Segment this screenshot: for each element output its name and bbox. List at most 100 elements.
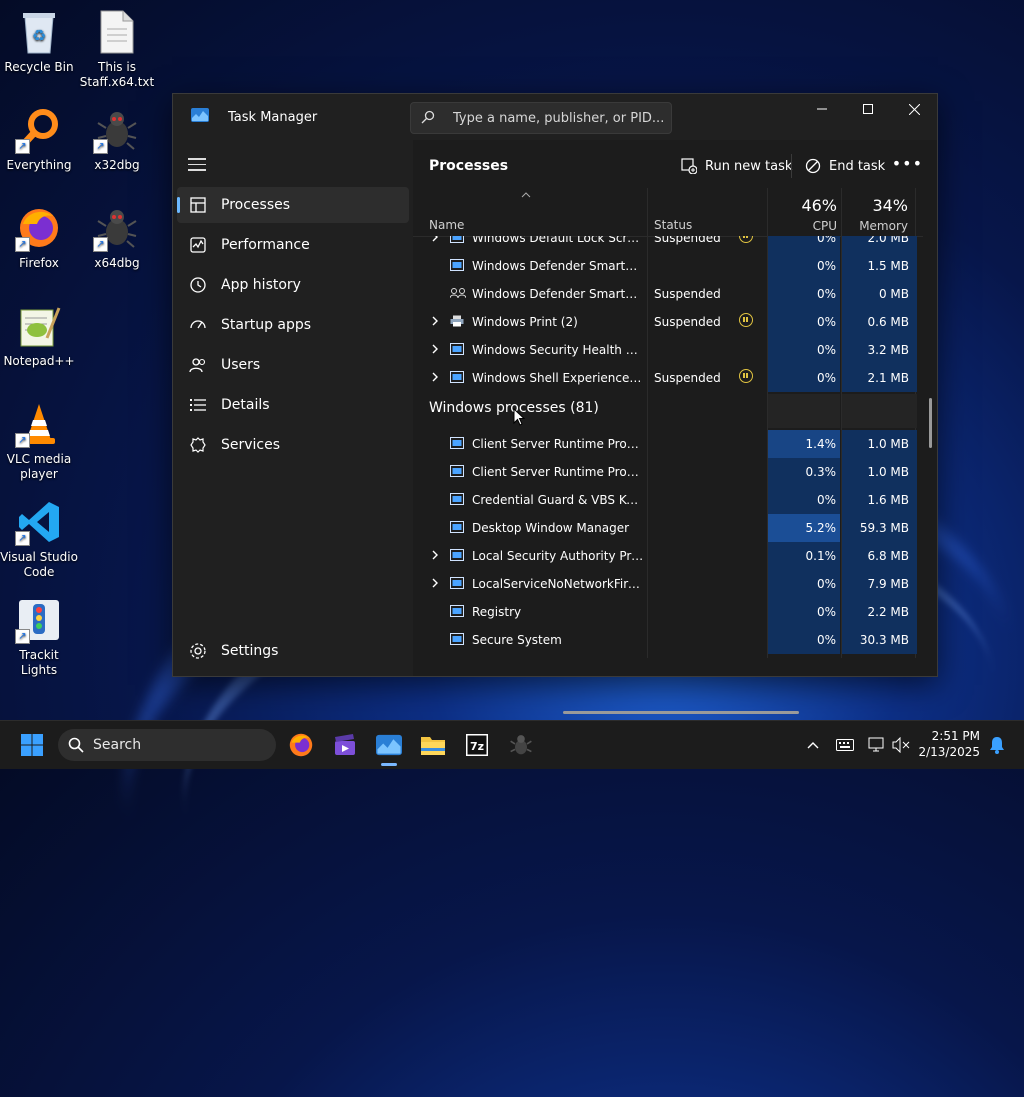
chevron-right-icon[interactable] [430, 314, 440, 328]
bell-icon [990, 737, 1004, 754]
search-input[interactable] [451, 107, 665, 129]
vertical-scrollbar-thumb[interactable] [929, 398, 932, 448]
desktop-icon-label: Visual Studio Code [0, 550, 78, 579]
process-cpu: 0.3% [768, 458, 840, 486]
taskbar-media-app[interactable] [328, 728, 362, 762]
process-name: Windows Defender SmartScreen [472, 259, 644, 273]
table-row[interactable]: Local Security Authority Proce... 0.1%6.8… [413, 542, 923, 570]
more-options-button[interactable]: ••• [892, 154, 923, 173]
firefox-icon: ↗ [15, 204, 63, 252]
nav-item-users[interactable]: Users [177, 347, 409, 383]
end-task-button[interactable]: End task [805, 152, 885, 180]
search-box[interactable] [410, 102, 672, 134]
maximize-button[interactable] [845, 94, 891, 124]
desktop-icon-vlc[interactable]: ↗ VLC media player [0, 400, 78, 482]
desktop-icon-trackit-lights[interactable]: ↗ Trackit Lights [0, 596, 78, 678]
chevron-right-icon[interactable] [430, 576, 440, 590]
hamburger-menu-button[interactable] [188, 158, 206, 172]
taskbar-firefox[interactable] [284, 728, 318, 762]
table-row[interactable]: Windows Security Health Servi... 0%3.2 MB [413, 336, 923, 364]
table-row[interactable]: Secure System 0% 30.3 MB [413, 626, 923, 654]
end-task-icon [805, 158, 821, 174]
taskbar-task-manager[interactable] [372, 728, 406, 766]
table-row[interactable]: Desktop Window Manager 5.2% 59.3 MB [413, 514, 923, 542]
desktop-icon-everything[interactable]: ↗ Everything [0, 106, 78, 173]
title-bar[interactable]: Task Manager [173, 94, 937, 138]
chevron-right-icon[interactable] [430, 236, 440, 244]
desktop-icon-notepadpp[interactable]: Notepad++ [0, 302, 78, 369]
table-row[interactable]: Client Server Runtime Process 1.4% 1.0 MB [413, 430, 923, 458]
horizontal-scrollbar-thumb[interactable] [563, 711, 799, 714]
table-row[interactable]: Windows Print (2) Suspended 0% 0.6 MB [413, 308, 923, 336]
process-memory: 0 MB [842, 280, 917, 308]
shortcut-arrow-icon: ↗ [15, 629, 30, 644]
nav-item-details[interactable]: Details [177, 387, 409, 423]
table-row[interactable]: Client Server Runtime Process 0.3% 1.0 MB [413, 458, 923, 486]
desktop-icon-text-file[interactable]: This is Staff.x64.txt [78, 8, 156, 90]
process-memory: 7.9 MB [842, 570, 917, 598]
process-memory: 1.0 MB [842, 430, 917, 458]
performance-icon [190, 237, 206, 253]
process-name: Local Security Authority Proce... [472, 549, 644, 563]
desktop-icon-x64dbg[interactable]: ↗ x64dbg [78, 204, 156, 271]
shortcut-arrow-icon: ↗ [93, 237, 108, 252]
table-row[interactable]: LocalServiceNoNetworkFirewa... 0%7.9 MB [413, 570, 923, 598]
processes-pane: Processes Run new task End task ••• Name… [413, 140, 937, 714]
desktop-icon-x32dbg[interactable]: ↗ x32dbg [78, 106, 156, 173]
desktop-icon-firefox[interactable]: ↗ Firefox [0, 204, 78, 271]
desktop-icon-vscode[interactable]: ↗ Visual Studio Code [0, 498, 78, 580]
desktop-icon-label: x32dbg [94, 158, 140, 172]
process-cpu: 0% [768, 236, 840, 252]
table-row[interactable]: Registry 0% 2.2 MB [413, 598, 923, 626]
group-cpu-cell [768, 394, 840, 428]
notifications-button[interactable] [980, 728, 1014, 762]
nav-item-processes[interactable]: Processes [177, 187, 409, 223]
process-memory: 3.2 MB [842, 336, 917, 364]
desktop-icon-recycle-bin[interactable]: ♻ Recycle Bin [0, 8, 78, 75]
nav-item-performance[interactable]: Performance [177, 227, 409, 263]
chevron-right-icon[interactable] [430, 548, 440, 562]
nav-item-settings[interactable]: Settings [177, 633, 409, 669]
app-icon [450, 236, 464, 243]
nav-item-startup-apps[interactable]: Startup apps [177, 307, 409, 343]
process-memory: 1.5 MB [842, 252, 917, 280]
process-cpu: 0.1% [768, 542, 840, 570]
process-list[interactable]: Windows Default Lock Screen ... Suspended… [413, 236, 923, 656]
close-button[interactable] [891, 94, 937, 124]
nav-label: Startup apps [221, 317, 312, 333]
chevron-right-icon[interactable] [430, 370, 440, 384]
minimize-button[interactable] [799, 94, 845, 124]
taskbar-search-box[interactable]: Search [58, 729, 276, 761]
memory-total: 34% [872, 196, 908, 215]
column-header-status[interactable]: Status [654, 218, 692, 232]
everything-magnifier-icon: ↗ [15, 106, 63, 154]
process-name: Client Server Runtime Process [472, 465, 644, 479]
run-new-task-label: Run new task [705, 158, 793, 174]
table-row[interactable]: Windows Defender SmartScreen 0%1.5 MB [413, 252, 923, 280]
desktop-icon-label: Firefox [19, 256, 59, 270]
show-hidden-icons-button[interactable] [796, 728, 830, 762]
keyboard-tray-button[interactable] [828, 728, 862, 762]
table-row[interactable]: Windows Shell Experience Hos... Suspended… [413, 364, 923, 392]
chevron-right-icon[interactable] [430, 342, 440, 356]
run-new-task-button[interactable]: Run new task [681, 152, 792, 180]
vscode-icon: ↗ [15, 498, 63, 546]
suspended-pause-icon [739, 369, 753, 383]
start-button[interactable] [15, 728, 49, 762]
volume-tray-button[interactable] [884, 728, 918, 762]
table-row[interactable]: Credential Guard & VBS Key Is... 0%1.6 MB [413, 486, 923, 514]
table-row[interactable]: Windows Defender SmartScreen Suspended 0%0… [413, 280, 923, 308]
taskbar-debugger[interactable] [504, 728, 538, 762]
column-header-name[interactable]: Name [429, 218, 464, 232]
column-header-cpu[interactable]: 46% CPU [765, 190, 837, 238]
system-clock[interactable]: 2:51 PM 2/13/2025 [918, 728, 980, 760]
clapper-icon [335, 734, 355, 755]
column-header-memory[interactable]: 34% Memory [836, 190, 908, 238]
nav-item-services[interactable]: Services [177, 427, 409, 463]
group-header[interactable]: Windows processes (81) [413, 394, 923, 428]
table-row[interactable]: Windows Default Lock Screen ... Suspended… [413, 236, 923, 252]
process-name: Windows Shell Experience Hos... [472, 371, 644, 385]
nav-item-app-history[interactable]: App history [177, 267, 409, 303]
taskbar-7zip[interactable]: 7z [460, 728, 494, 762]
taskbar-file-explorer[interactable] [416, 728, 450, 762]
